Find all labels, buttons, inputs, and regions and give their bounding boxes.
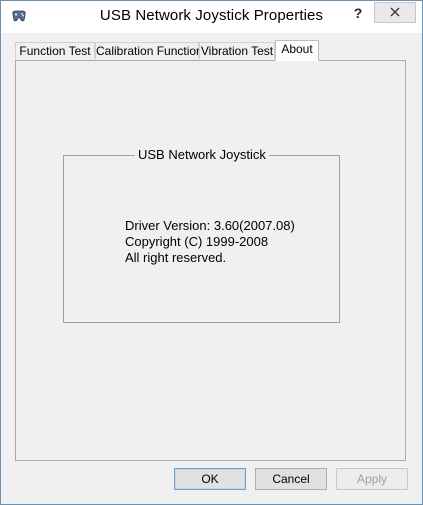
ok-button[interactable]: OK [174,468,246,490]
about-groupbox: USB Network Joystick Driver Version: 3.6… [63,147,340,323]
tab-calibration-function[interactable]: Calibration Function [95,42,203,59]
title-bar[interactable]: USB Network Joystick Properties ? [1,1,422,33]
about-tab-panel: USB Network Joystick Driver Version: 3.6… [15,60,406,461]
cancel-button[interactable]: Cancel [255,468,327,490]
tab-function-test[interactable]: Function Test [15,42,95,59]
tab-vibration-test[interactable]: Vibration Test [199,42,275,59]
driver-version-text: Driver Version: 3.60(2007.08) [125,218,295,233]
properties-dialog: USB Network Joystick Properties ? Functi… [0,0,423,505]
apply-button[interactable]: Apply [336,468,408,490]
close-button[interactable] [374,2,416,23]
help-button[interactable]: ? [347,3,369,25]
copyright-text: Copyright (C) 1999-2008 [125,234,269,249]
close-icon [390,7,400,17]
rights-text: All right reserved. [125,250,227,265]
groupbox-title: USB Network Joystick [135,147,269,162]
tab-about[interactable]: About [275,40,319,61]
